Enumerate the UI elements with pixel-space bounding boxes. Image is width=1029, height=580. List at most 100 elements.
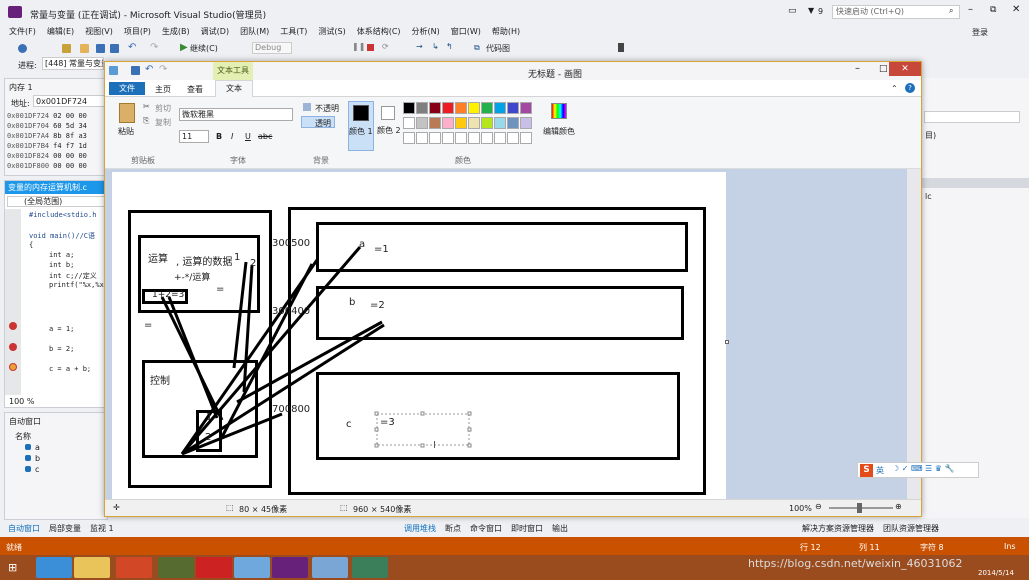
palette-swatch[interactable] <box>520 102 532 114</box>
palette-swatch[interactable] <box>403 117 415 129</box>
editor-zoom[interactable]: 100 % <box>9 397 34 406</box>
paste-icon[interactable] <box>119 103 135 123</box>
bottom-tab[interactable]: 调用堆栈 <box>404 524 436 533</box>
drawing-canvas[interactable]: 运算 , 运算的数据 +-*/运算 1+2=3 1 2 = = 控制 1 2 3… <box>112 172 726 499</box>
ime-toolbar[interactable]: S 英 ☽ ✓ ⌨ ☰ ♛ 🔧 <box>857 462 979 478</box>
autos-item[interactable]: b <box>25 453 40 464</box>
bottom-tab[interactable]: 解决方案资源管理器 <box>802 524 874 533</box>
code-line[interactable]: #include<stdio.h <box>29 211 96 219</box>
solution-explorer-search[interactable] <box>924 111 1020 123</box>
help-icon[interactable]: ? <box>905 83 915 93</box>
pause-icon[interactable]: ❚❚ <box>352 42 365 51</box>
strikethrough-button[interactable]: abc <box>258 132 272 141</box>
code-line[interactable]: int c;//定义 <box>49 271 97 281</box>
var-c-value[interactable]: =3 <box>380 417 395 428</box>
palette-swatch-empty[interactable] <box>520 132 532 144</box>
palette-swatch-empty[interactable] <box>416 132 428 144</box>
step-into-icon[interactable]: ↳ <box>432 42 439 51</box>
palette-swatch-empty[interactable] <box>442 132 454 144</box>
bottom-tab[interactable]: 断点 <box>445 524 461 533</box>
bottom-tab[interactable]: 监视 1 <box>90 524 114 533</box>
edit-colors-icon[interactable] <box>551 103 567 119</box>
code-line[interactable]: b = 2; <box>49 345 74 353</box>
menu-item[interactable]: 体系结构(C) <box>357 26 401 37</box>
code-map-button[interactable]: 代码图 <box>486 43 510 54</box>
start-icon[interactable]: ⊞ <box>8 561 17 574</box>
code-line[interactable]: { <box>29 241 33 249</box>
palette-swatch[interactable] <box>442 102 454 114</box>
filter-icon[interactable]: ▼ <box>808 6 814 15</box>
quick-launch-input[interactable]: 快速启动 (Ctrl+Q) <box>832 5 960 19</box>
palette-swatch[interactable] <box>468 117 480 129</box>
palette-swatch[interactable] <box>429 117 441 129</box>
zoom-out-button[interactable]: ⊖ <box>815 502 822 511</box>
new-project-icon[interactable] <box>62 44 71 53</box>
continue-button[interactable]: 继续(C) <box>190 43 218 54</box>
palette-swatch[interactable] <box>481 117 493 129</box>
stop-icon[interactable] <box>367 44 374 51</box>
code-line[interactable]: int a; <box>49 251 74 259</box>
redo-icon[interactable]: ↷ <box>150 42 158 53</box>
restore-button[interactable]: ⧉ <box>990 5 996 15</box>
scope-dropdown[interactable]: (全局范围) <box>7 196 107 207</box>
menu-item[interactable]: 文件(F) <box>9 26 36 37</box>
minimize-button[interactable]: – <box>968 4 973 15</box>
tab-text[interactable]: 文本 <box>215 80 253 97</box>
palette-swatch-empty[interactable] <box>455 132 467 144</box>
palette-swatch[interactable] <box>442 117 454 129</box>
taskbar-ie-icon[interactable] <box>36 557 72 578</box>
palette-swatch[interactable] <box>481 102 493 114</box>
menu-item[interactable]: 项目(P) <box>124 26 151 37</box>
taskbar-app4-icon[interactable] <box>352 557 388 578</box>
palette-swatch-empty[interactable] <box>481 132 493 144</box>
login-link[interactable]: 登录 <box>972 27 988 38</box>
zoom-slider[interactable] <box>829 503 893 513</box>
font-name-dropdown[interactable]: 微软雅黑 <box>179 108 293 121</box>
palette-swatch[interactable] <box>416 117 428 129</box>
taskbar-app2-icon[interactable] <box>196 557 232 578</box>
taskbar-powerpoint-icon[interactable] <box>116 557 152 578</box>
taskbar-explorer-icon[interactable] <box>74 557 110 578</box>
bottom-tab[interactable]: 自动窗口 <box>8 524 40 533</box>
taskbar-app-icon[interactable] <box>158 557 194 578</box>
palette-swatch[interactable] <box>429 102 441 114</box>
ime-tools-icon[interactable]: ☽ ✓ ⌨ ☰ ♛ 🔧 <box>892 464 954 473</box>
bookmark-icon[interactable] <box>618 43 624 52</box>
menu-item[interactable]: 工具(T) <box>280 26 307 37</box>
restart-icon[interactable]: ⟳ <box>382 42 389 51</box>
palette-swatch-empty[interactable] <box>429 132 441 144</box>
ribbon-collapse-icon[interactable]: ⌃ <box>891 84 898 93</box>
palette-swatch-empty[interactable] <box>468 132 480 144</box>
transparent-option[interactable]: 透明 <box>315 118 331 129</box>
taskbar-app3-icon[interactable] <box>234 557 270 578</box>
palette-swatch-empty[interactable] <box>507 132 519 144</box>
menu-item[interactable]: 视图(V) <box>85 26 113 37</box>
palette-swatch[interactable] <box>416 102 428 114</box>
palette-swatch[interactable] <box>455 102 467 114</box>
taskbar-paint-icon[interactable] <box>312 557 348 578</box>
copy-button[interactable]: 复制 <box>155 117 171 128</box>
menu-item[interactable]: 团队(M) <box>240 26 269 37</box>
canvas-resize-handle[interactable] <box>725 340 729 344</box>
palette-swatch[interactable] <box>455 117 467 129</box>
palette-swatch-empty[interactable] <box>494 132 506 144</box>
edit-colors-button[interactable]: 编辑颜色 <box>543 126 575 137</box>
ime-mode-label[interactable]: 英 <box>876 465 884 476</box>
notification-icon[interactable]: ▭ <box>788 6 797 16</box>
palette-swatch-empty[interactable] <box>403 132 415 144</box>
autos-item[interactable]: c <box>25 464 40 475</box>
config-dropdown[interactable]: Debug <box>252 42 292 54</box>
taskbar-visual-studio-icon[interactable] <box>272 557 308 578</box>
palette-swatch[interactable] <box>520 117 532 129</box>
menu-item[interactable]: 调试(D) <box>201 26 229 37</box>
tab-home[interactable]: 主页 <box>155 84 171 95</box>
process-dropdown[interactable]: [448] 常量与变量 <box>42 57 104 70</box>
tab-view[interactable]: 查看 <box>187 84 203 95</box>
cut-icon[interactable]: ✂ <box>143 102 150 111</box>
opaque-icon[interactable] <box>303 103 311 111</box>
bottom-tab[interactable]: 输出 <box>552 524 568 533</box>
italic-button[interactable]: I <box>231 132 233 141</box>
paste-button[interactable]: 粘贴 <box>118 126 134 137</box>
breakpoint-icon[interactable] <box>9 343 17 351</box>
open-icon[interactable] <box>80 44 89 53</box>
